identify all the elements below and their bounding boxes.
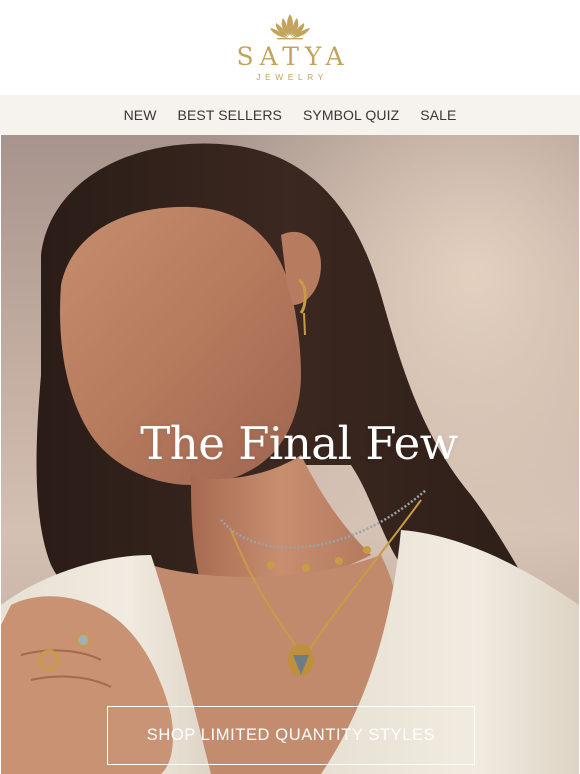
nav-item-new[interactable]: NEW — [124, 107, 157, 123]
nav-item-sale[interactable]: SALE — [420, 107, 456, 123]
nav-item-best-sellers[interactable]: BEST SELLERS — [178, 107, 282, 123]
main-nav: NEW BEST SELLERS SYMBOL QUIZ SALE — [0, 95, 580, 135]
brand-name[interactable]: SATYA — [0, 42, 580, 71]
hero-headline: The Final Few — [140, 417, 458, 470]
brand-subtitle: JEWELRY — [256, 72, 328, 82]
logo-header: SATYA JEWELRY — [0, 0, 580, 95]
nav-item-symbol-quiz[interactable]: SYMBOL QUIZ — [303, 107, 399, 123]
email-page: SATYA JEWELRY NEW BEST SELLERS SYMBOL QU… — [0, 0, 580, 774]
shop-limited-button[interactable]: SHOP LIMITED QUANTITY STYLES — [107, 706, 475, 765]
lotus-icon — [270, 14, 310, 40]
hero-banner[interactable]: The Final Few SHOP LIMITED QUANTITY STYL… — [1, 135, 579, 774]
